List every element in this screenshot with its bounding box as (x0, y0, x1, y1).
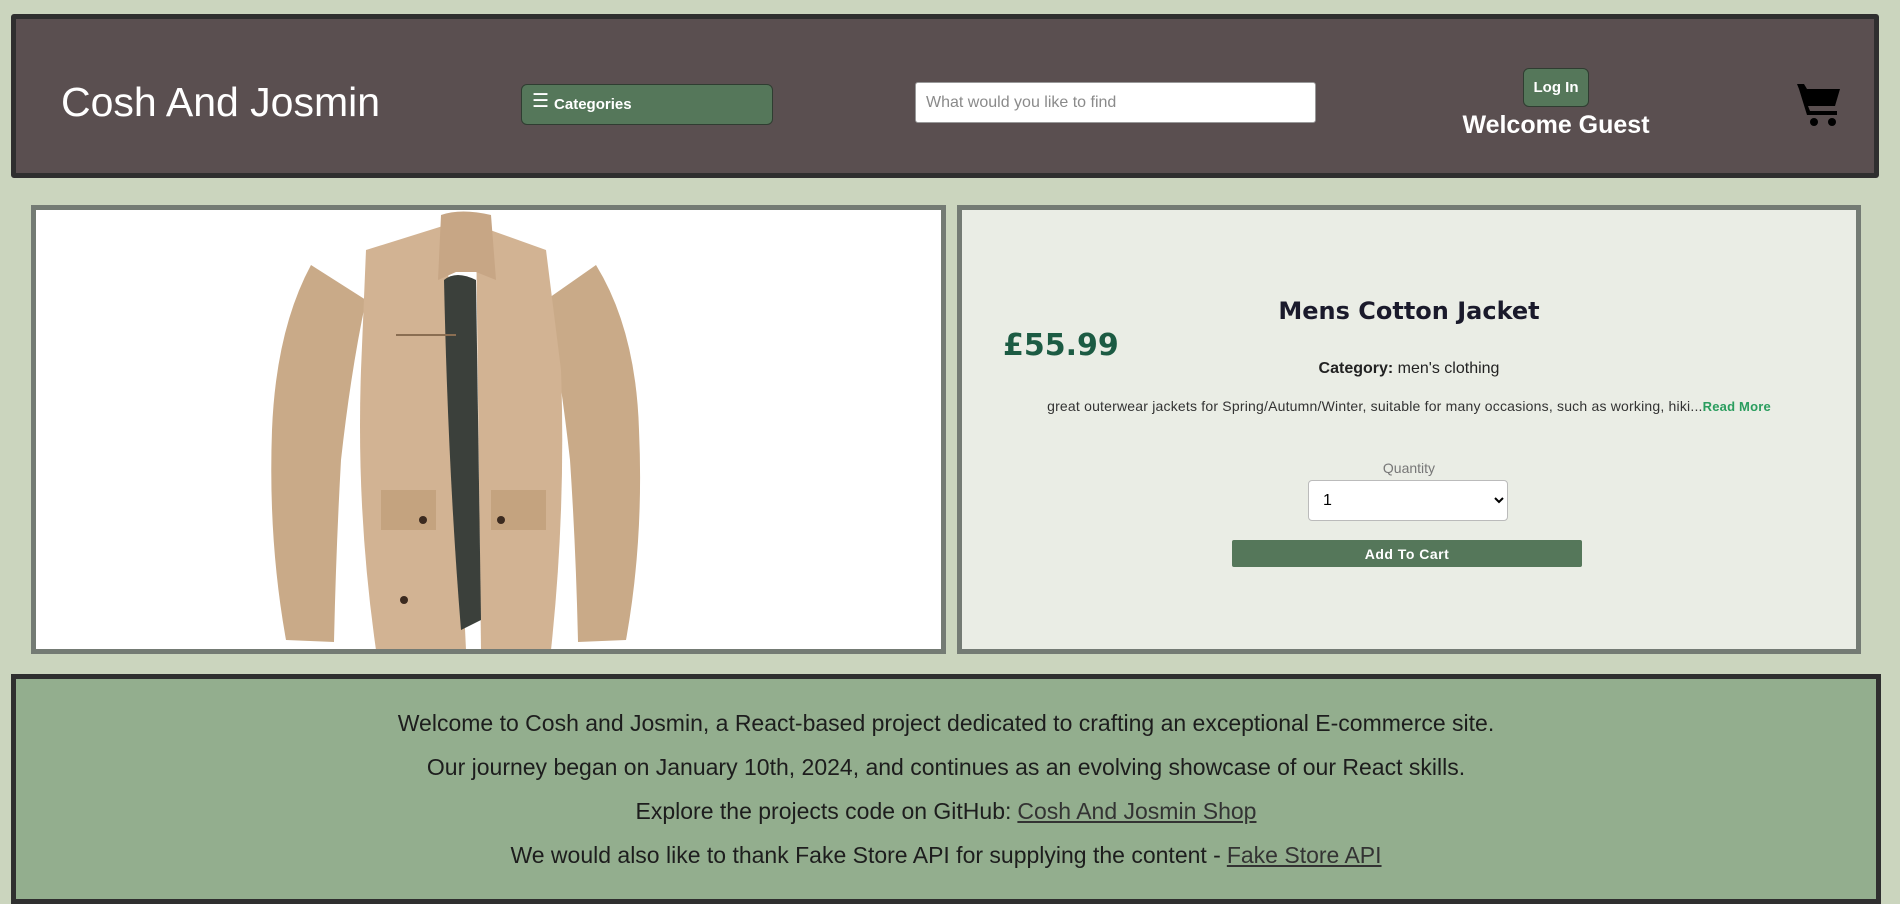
product-image (31, 205, 946, 654)
footer-line-3: Explore the projects code on GitHub: Cosh… (16, 798, 1876, 825)
categories-dropdown-button[interactable]: ☰ Categories (521, 84, 773, 125)
product-description: great outerwear jackets for Spring/Autum… (962, 398, 1856, 414)
cart-icon[interactable] (1794, 80, 1844, 128)
add-to-cart-button[interactable]: Add To Cart (1232, 540, 1582, 567)
fake-store-api-link[interactable]: Fake Store API (1227, 842, 1382, 868)
footer-line-1: Welcome to Cosh and Josmin, a React-base… (397, 710, 1495, 736)
footer-line-4: We would also like to thank Fake Store A… (16, 842, 1876, 869)
menu-icon: ☰ (532, 91, 550, 112)
github-link[interactable]: Cosh And Josmin Shop (1017, 798, 1256, 824)
category-value: men's clothing (1397, 360, 1500, 377)
product-details-panel: £55.99 Mens Cotton Jacket Category: men'… (957, 205, 1861, 654)
site-header: Cosh And Josmin ☰ Categories Log In Welc… (11, 14, 1879, 178)
product-category: Category: men's clothing (962, 360, 1856, 378)
login-button[interactable]: Log In (1523, 68, 1589, 107)
search-input[interactable] (915, 82, 1316, 123)
description-text: great outerwear jackets for Spring/Autum… (1047, 398, 1703, 414)
quantity-select[interactable]: 1 (1308, 480, 1508, 521)
category-label: Category: (1318, 360, 1394, 377)
welcome-text: Welcome Guest (1462, 111, 1650, 139)
quantity-label: Quantity (1382, 460, 1436, 476)
product-title: Mens Cotton Jacket (1278, 297, 1540, 325)
read-more-link[interactable]: Read More (1703, 399, 1771, 414)
footer-github-text: Explore the projects code on GitHub: (635, 798, 1012, 824)
jacket-image (271, 211, 641, 649)
categories-label: Categories (554, 96, 632, 113)
brand-logo-text[interactable]: Cosh And Josmin (61, 79, 380, 126)
product-price: £55.99 (1003, 328, 1119, 363)
footer-line-2: Our journey began on January 10th, 2024,… (426, 754, 1466, 780)
footer-api-text: We would also like to thank Fake Store A… (510, 842, 1221, 868)
site-footer: Welcome to Cosh and Josmin, a React-base… (11, 674, 1881, 904)
